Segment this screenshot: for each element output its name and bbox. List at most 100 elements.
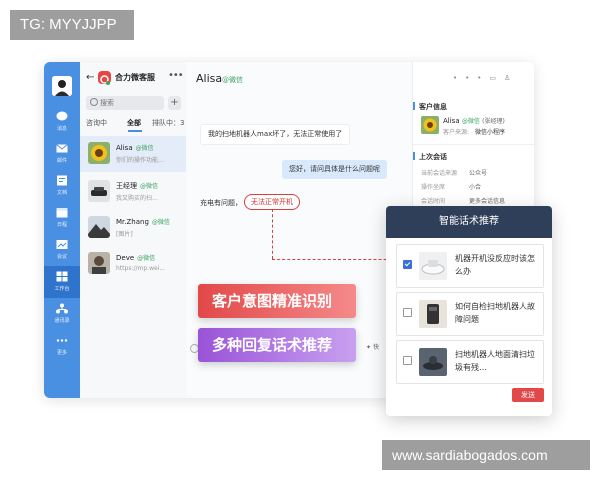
add-button[interactable]: +	[168, 96, 181, 110]
suggestion-item[interactable]: 如何自检扫地机器人故障问题	[396, 292, 544, 336]
tab-all[interactable]: 全部	[127, 118, 141, 128]
nav-item-contacts[interactable]: 通讯录	[44, 298, 80, 330]
calendar-icon	[56, 208, 68, 218]
video-icon[interactable]: ▭	[489, 74, 504, 82]
nav-item-docs[interactable]: 文档	[44, 170, 80, 202]
nav-item-more[interactable]: 更多	[44, 330, 80, 362]
contact-tag: @微信	[140, 183, 159, 190]
customer-note: (张经理)	[482, 118, 505, 125]
floor-thumb	[419, 348, 447, 376]
list-item[interactable]: 王经理 @微信 我又购买的扫…	[80, 174, 186, 210]
tab-queue[interactable]: 排队中：3	[152, 118, 184, 128]
mail-icon	[56, 144, 68, 153]
list-header: ← 合力微客服 •••	[80, 68, 186, 88]
app-name: 合力微客服	[115, 73, 155, 82]
contact-avatar	[88, 252, 110, 274]
vacuum-station-icon	[419, 300, 447, 328]
section-title-customer: 客户信息	[419, 103, 447, 111]
suggestion-checkbox[interactable]	[403, 260, 412, 269]
contact-avatar	[88, 142, 110, 164]
more-dots-icon[interactable]: •••	[168, 70, 184, 81]
search-box[interactable]	[86, 96, 164, 110]
nav-item-messages[interactable]: 消息	[44, 106, 80, 138]
more-session-link[interactable]: 更多会话信息	[469, 196, 505, 205]
source-label: 客户来源:	[443, 129, 470, 136]
search-input[interactable]	[100, 96, 162, 110]
section-bar	[413, 152, 415, 160]
feature-banner-reply: 多种回复话术推荐	[198, 328, 356, 362]
nav-item-mail[interactable]: 邮件	[44, 138, 80, 170]
field-label: 会话时间	[421, 198, 446, 205]
field-value: 公众号	[469, 170, 488, 177]
nav-item-calendar[interactable]: 日程	[44, 202, 80, 234]
user-avatar-icon	[52, 76, 72, 96]
contact-name: Deve	[116, 254, 135, 262]
tab-underline	[128, 130, 142, 132]
contact-avatar	[88, 216, 110, 238]
message-incoming: 我的扫地机器人max坏了，无法正常使用了	[200, 124, 351, 145]
car-avatar-icon	[88, 180, 110, 202]
contact-name: Mr.Zhang	[116, 218, 149, 226]
sparkle-icon: ✦	[366, 344, 373, 351]
message-incoming: 充电有问题，	[200, 199, 242, 207]
feature-banner-intent: 客户意图精准识别	[198, 284, 356, 318]
suggestion-checkbox[interactable]	[403, 356, 412, 365]
watermark-bottom: www.sardiabogados.com	[382, 440, 590, 470]
watermark-top: TG: MYYJJPP	[10, 10, 134, 40]
contact-preview: 你们的操作功能…	[116, 157, 165, 164]
section-bar	[413, 102, 415, 110]
field-label: 操作坐席	[421, 184, 446, 191]
more-dots-icon[interactable]: •••	[453, 74, 489, 82]
robot-vacuum-icon	[419, 252, 447, 280]
field-label: 当前会话来源	[421, 170, 458, 177]
meeting-icon	[56, 240, 68, 249]
contact-avatar	[88, 180, 110, 202]
send-button[interactable]: 发送	[512, 388, 544, 402]
contact-preview: https://mp.wei...	[116, 265, 166, 272]
search-icon	[90, 98, 98, 106]
contact-tag: @微信	[151, 219, 170, 226]
customer-avatar	[421, 116, 439, 134]
left-nav: 消息 邮件 文档 日程 会议 工作台 通讯录 更多	[44, 62, 80, 398]
sunflower-avatar-icon	[421, 116, 439, 134]
message-outgoing: 您好，请问具体是什么问题呢	[282, 160, 387, 179]
nav-item-workbench[interactable]: 工作台	[44, 266, 80, 298]
floor-cleaning-icon	[419, 348, 447, 376]
intent-highlight: 无法正常开机	[244, 194, 300, 210]
document-icon	[57, 175, 67, 186]
suggestion-checkbox[interactable]	[403, 308, 412, 317]
smart-reply-popup: 智能话术推荐 机器开机没反应时该怎么办 如何自检扫地机器人故障问题 扫地机器人地…	[386, 206, 552, 416]
mountain-avatar-icon	[88, 216, 110, 238]
suggestion-item[interactable]: 扫地机器人地面清扫垃圾有残…	[396, 340, 544, 384]
nav-item-meeting[interactable]: 会议	[44, 234, 80, 266]
sunflower-avatar-icon	[88, 142, 110, 164]
connector-line	[272, 209, 273, 259]
contact-name: Alisa	[116, 144, 133, 152]
field-value: 小合	[469, 184, 482, 191]
tab-consulting[interactable]: 咨询中	[86, 118, 107, 128]
person-avatar-icon	[88, 252, 110, 274]
list-item[interactable]: Alisa @微信 你们的操作功能…	[80, 136, 186, 172]
header-icons: •••▭♙	[453, 74, 518, 82]
list-item[interactable]: Mr.Zhang @微信 [图片]	[80, 210, 186, 246]
customer-tag: @微信	[461, 118, 480, 125]
contact-preview: [图片]	[116, 231, 133, 238]
suggestion-text: 机器开机没反应时该怎么办	[455, 254, 535, 276]
my-avatar[interactable]	[52, 76, 72, 96]
popup-title: 智能话术推荐	[439, 216, 499, 227]
divider	[413, 144, 534, 145]
suggestion-text: 如何自检扫地机器人故障问题	[455, 302, 535, 324]
suggestion-item[interactable]: 机器开机没反应时该怎么办	[396, 244, 544, 288]
quick-reply-hint[interactable]: ✦ 快	[366, 342, 379, 351]
chat-bubble-icon	[56, 111, 68, 121]
back-arrow-icon[interactable]: ←	[86, 72, 94, 83]
source-value: 微信小程序	[475, 129, 506, 136]
list-item[interactable]: Deve @微信 https://mp.wei...	[80, 246, 186, 282]
popup-header: 智能话术推荐	[386, 206, 552, 238]
more-icon	[56, 339, 68, 342]
add-user-icon[interactable]: ♙	[504, 74, 518, 82]
conversation-list: ← 合力微客服 ••• + 咨询中 全部 排队中：3 Alisa@微信 你们的操…	[80, 62, 187, 398]
station-thumb	[419, 300, 447, 328]
contact-name: 王经理	[116, 182, 137, 190]
chat-title-tag: @微信	[222, 76, 243, 84]
